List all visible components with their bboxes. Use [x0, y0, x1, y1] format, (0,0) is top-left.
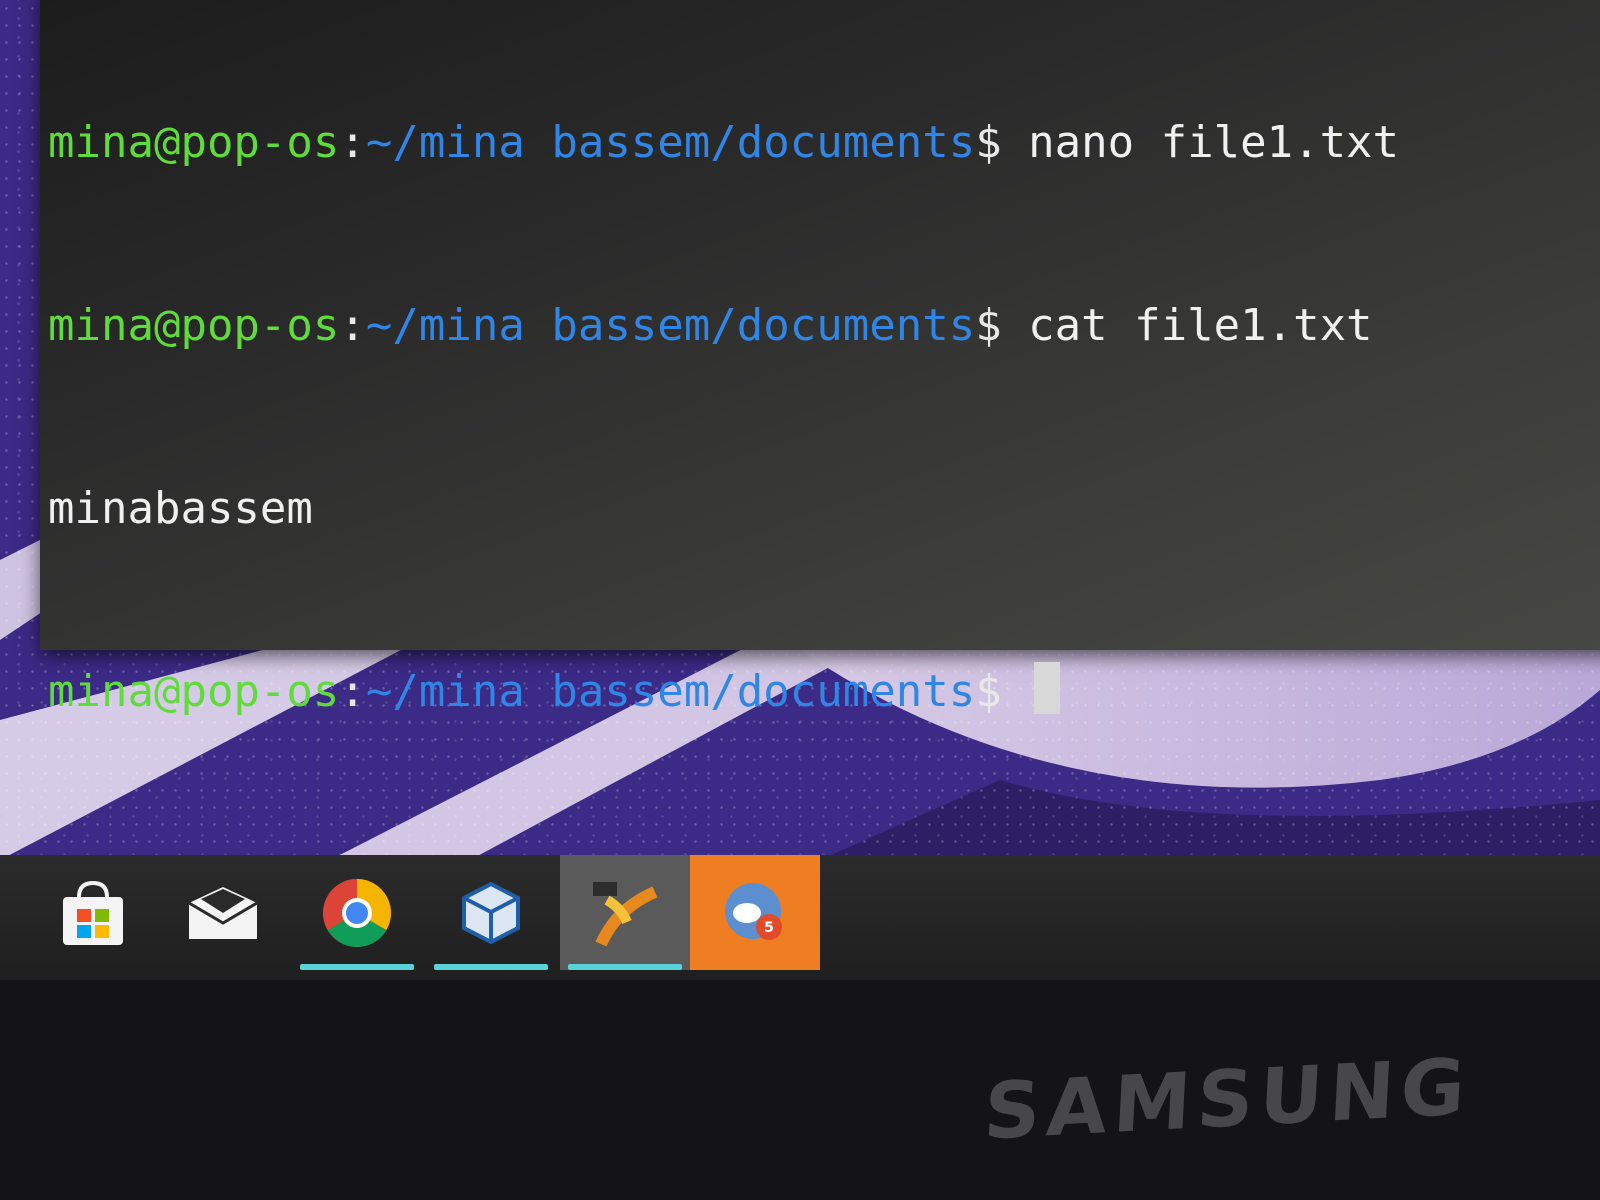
active-indicator — [300, 964, 414, 970]
taskbar-sync-app-button[interactable]: 5 — [690, 855, 820, 970]
text-cursor — [1034, 662, 1061, 714]
prompt-user: mina@pop-os — [48, 666, 340, 717]
prompt-user: mina@pop-os — [48, 300, 340, 351]
mail-icon — [188, 886, 258, 939]
terminal-line-2: mina@pop-os:~/mina bassem/documents$ cat… — [48, 295, 1399, 356]
prompt-dollar: $ — [975, 300, 1002, 351]
prompt-path: ~/mina bassem/documents — [365, 300, 976, 351]
prompt-colon: : — [339, 117, 366, 168]
terminal-output[interactable]: mina@pop-os:~/mina bassem/documents$ nan… — [48, 0, 1399, 844]
prompt-colon: : — [339, 300, 366, 351]
taskbar-codeblocks-button[interactable] — [560, 855, 690, 970]
taskbar-virtualbox-button[interactable] — [426, 855, 556, 970]
command-text: nano file1.txt — [1001, 117, 1400, 168]
store-icon — [63, 880, 123, 945]
prompt-colon: : — [339, 666, 366, 717]
active-indicator — [568, 964, 682, 970]
active-indicator — [434, 964, 548, 970]
taskbar: 5 — [0, 855, 1600, 980]
taskbar-mail-button[interactable] — [158, 855, 288, 970]
taskbar-chrome-button[interactable] — [292, 855, 422, 970]
codeblocks-icon — [593, 881, 658, 947]
chrome-icon — [323, 878, 391, 947]
prompt-dollar: $ — [975, 117, 1002, 168]
taskbar-store-button[interactable] — [28, 855, 158, 970]
terminal-line-1: mina@pop-os:~/mina bassem/documents$ nan… — [48, 112, 1399, 173]
terminal-window[interactable]: mina@pop-os:~/mina bassem/documents$ nan… — [40, 0, 1600, 717]
prompt-path: ~/mina bassem/documents — [365, 117, 976, 168]
prompt-user: mina@pop-os — [48, 117, 340, 168]
prompt-dollar: $ — [975, 666, 1002, 717]
sync-app-icon: 5 — [725, 882, 782, 940]
prompt-path: ~/mina bassem/documents — [365, 666, 976, 717]
virtualbox-icon — [462, 881, 520, 944]
desktop-screen: mina@pop-os:~/mina bassem/documents$ nan… — [0, 0, 1600, 1000]
command-input[interactable] — [1002, 666, 1029, 717]
command-output: minabassem — [48, 483, 313, 534]
terminal-line-4: mina@pop-os:~/mina bassem/documents$ — [48, 661, 1399, 722]
svg-text:5: 5 — [764, 920, 774, 936]
command-text: cat file1.txt — [1001, 300, 1373, 351]
